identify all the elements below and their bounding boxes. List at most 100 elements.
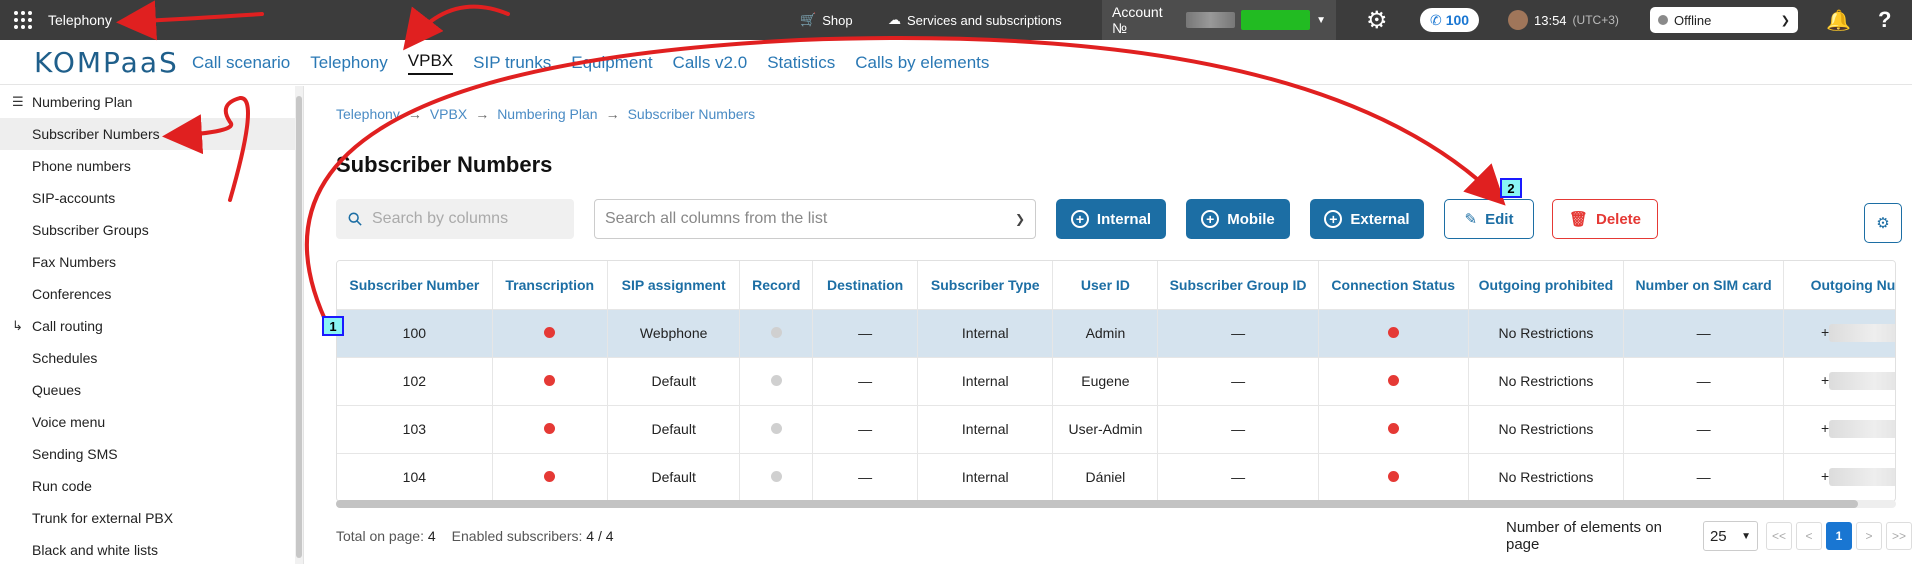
column-header[interactable]: Outgoing Number xyxy=(1783,261,1895,310)
cell-type: Internal xyxy=(917,309,1054,358)
pagination: Number of elements on page 25 ▼ << < 1 >… xyxy=(1506,519,1912,553)
delete-button[interactable]: 🗑 Delete xyxy=(1552,199,1658,239)
help-icon[interactable]: ? xyxy=(1878,0,1891,40)
table-row[interactable]: 102 Default — Internal Eugene — No Restr… xyxy=(337,357,1895,406)
breadcrumb-vpbx[interactable]: VPBX xyxy=(430,106,467,122)
avatar xyxy=(1508,10,1528,30)
top-bar: Telephony 🛒 Shop ☁ Services and subscrip… xyxy=(0,0,1912,40)
sidebar-item-subscriber-numbers[interactable]: Subscriber Numbers xyxy=(0,118,296,150)
edit-button[interactable]: ✎ Edit xyxy=(1444,199,1534,239)
red-dot-icon xyxy=(544,423,556,434)
logo[interactable]: KOMPaaS xyxy=(34,46,179,79)
prev-page-button[interactable]: < xyxy=(1796,522,1822,550)
column-header[interactable]: SIP assignment xyxy=(607,261,741,310)
sidebar-item-conferences[interactable]: Conferences xyxy=(0,278,296,310)
sidebar-item-phone-numbers[interactable]: Phone numbers xyxy=(0,150,296,182)
column-header[interactable]: Number on SIM card xyxy=(1623,261,1785,310)
cell-sip: Default xyxy=(607,453,741,501)
scrollbar-thumb[interactable] xyxy=(296,96,302,558)
sidebar-item-sending-sms[interactable]: Sending SMS xyxy=(0,438,296,470)
table-summary: Total on page: 4 Enabled subscribers: 4 … xyxy=(336,528,614,544)
table-row[interactable]: 103 Default — Internal User-Admin — No R… xyxy=(337,405,1895,454)
app-title[interactable]: Telephony xyxy=(48,0,112,40)
services-link[interactable]: ☁ Services and subscriptions xyxy=(888,0,1062,40)
table-row[interactable]: 100 Webphone — Internal Admin — No Restr… xyxy=(337,309,1895,358)
tab-vpbx[interactable]: VPBX xyxy=(398,40,463,85)
sidebar-item-queues[interactable]: Queues xyxy=(0,374,296,406)
masked-number xyxy=(1829,324,1895,343)
table-horizontal-scrollbar[interactable] xyxy=(336,500,1896,508)
sidebar-group-call-routing[interactable]: ↳ Call routing xyxy=(0,310,296,342)
column-header[interactable]: Record xyxy=(739,261,814,310)
enabled-value: 4 / 4 xyxy=(586,528,614,544)
next-page-button[interactable]: > xyxy=(1856,522,1882,550)
table-row[interactable]: 104 Default — Internal Dániel — No Restr… xyxy=(337,453,1895,501)
tab-telephony[interactable]: Telephony xyxy=(300,40,398,85)
sidebar-item-run-code[interactable]: Run code xyxy=(0,470,296,502)
tab-sip-trunks[interactable]: SIP trunks xyxy=(463,40,561,85)
tab-statistics[interactable]: Statistics xyxy=(757,40,845,85)
tab-calls-by-elements[interactable]: Calls by elements xyxy=(845,40,999,85)
sidebar-item-schedules[interactable]: Schedules xyxy=(0,342,296,374)
column-header[interactable]: Subscriber Number xyxy=(337,261,493,310)
breadcrumb-subscriber-numbers[interactable]: Subscriber Numbers xyxy=(628,106,756,122)
red-dot-icon xyxy=(1387,471,1399,482)
cell-transcription xyxy=(492,309,608,358)
cell-number: 104 xyxy=(337,453,493,501)
last-page-button[interactable]: >> xyxy=(1886,522,1912,550)
tab-calls-v2[interactable]: Calls v2.0 xyxy=(663,40,758,85)
sidebar-group-numbering-plan[interactable]: ☰ Numbering Plan xyxy=(0,86,296,118)
tab-equipment[interactable]: Equipment xyxy=(561,40,662,85)
table-settings-button[interactable]: ⚙ xyxy=(1864,203,1902,243)
search-by-columns[interactable] xyxy=(336,199,574,239)
add-external-button[interactable]: + External xyxy=(1310,199,1424,239)
red-dot-icon xyxy=(1387,375,1399,386)
cell-transcription xyxy=(492,357,608,406)
column-header[interactable]: Transcription xyxy=(492,261,608,310)
shop-link[interactable]: 🛒 Shop xyxy=(800,0,853,40)
cell-connection xyxy=(1318,453,1469,501)
chevron-down-icon: ▼ xyxy=(1741,530,1751,542)
sidebar-item-subscriber-groups[interactable]: Subscriber Groups xyxy=(0,214,296,246)
add-mobile-button[interactable]: + Mobile xyxy=(1186,199,1290,239)
routing-icon: ↳ xyxy=(12,318,23,333)
button-label: Mobile xyxy=(1227,210,1275,228)
scrollbar-thumb[interactable] xyxy=(336,500,1858,508)
page-button[interactable]: 1 xyxy=(1826,522,1852,550)
gear-icon[interactable]: ⚙ xyxy=(1366,0,1388,40)
search-input[interactable] xyxy=(372,210,562,228)
tab-call-scenario[interactable]: Call scenario xyxy=(182,40,300,85)
tab-label: SIP trunks xyxy=(473,52,552,72)
column-header[interactable]: User ID xyxy=(1052,261,1159,310)
cell-connection xyxy=(1318,309,1469,358)
account-selector[interactable]: Account № ▼ xyxy=(1102,0,1336,40)
sidebar-item-voice-menu[interactable]: Voice menu xyxy=(0,406,296,438)
column-header[interactable]: Destination xyxy=(812,261,919,310)
breadcrumb-telephony[interactable]: Telephony xyxy=(336,106,400,122)
first-page-button[interactable]: << xyxy=(1766,522,1792,550)
enabled-label: Enabled subscribers: xyxy=(451,528,583,544)
add-internal-button[interactable]: + Internal xyxy=(1056,199,1166,239)
cell-record xyxy=(739,357,814,406)
sidebar-scrollbar[interactable] xyxy=(295,86,303,564)
search-icon xyxy=(348,212,362,226)
apps-grid-icon[interactable] xyxy=(8,0,38,40)
column-header[interactable]: Subscriber Group ID xyxy=(1157,261,1319,310)
search-all-columns-select[interactable]: Search all columns from the list ❯ xyxy=(594,199,1036,239)
tab-label: Calls by elements xyxy=(855,52,990,72)
cell-record xyxy=(739,453,814,501)
column-header[interactable]: Connection Status xyxy=(1318,261,1469,310)
bell-icon[interactable]: 🔔 xyxy=(1826,0,1851,40)
active-calls-pill[interactable]: ✆ 100 xyxy=(1420,0,1480,40)
sidebar-item-sip-accounts[interactable]: SIP-accounts xyxy=(0,182,296,214)
column-header[interactable]: Subscriber Type xyxy=(917,261,1054,310)
page-size-select[interactable]: 25 ▼ xyxy=(1702,521,1758,551)
sidebar-item-trunk-external-pbx[interactable]: Trunk for external PBX xyxy=(0,502,296,534)
column-header[interactable]: Outgoing prohibited xyxy=(1468,261,1625,310)
sidebar-item-label: Schedules xyxy=(32,350,98,366)
user-clock[interactable]: 13:54 (UTC+3) xyxy=(1508,0,1619,40)
status-select[interactable]: Offline ❯ xyxy=(1650,0,1798,40)
sidebar-item-fax-numbers[interactable]: Fax Numbers xyxy=(0,246,296,278)
breadcrumb-numbering-plan[interactable]: Numbering Plan xyxy=(497,106,597,122)
sidebar-item-black-white-lists[interactable]: Black and white lists xyxy=(0,534,296,566)
